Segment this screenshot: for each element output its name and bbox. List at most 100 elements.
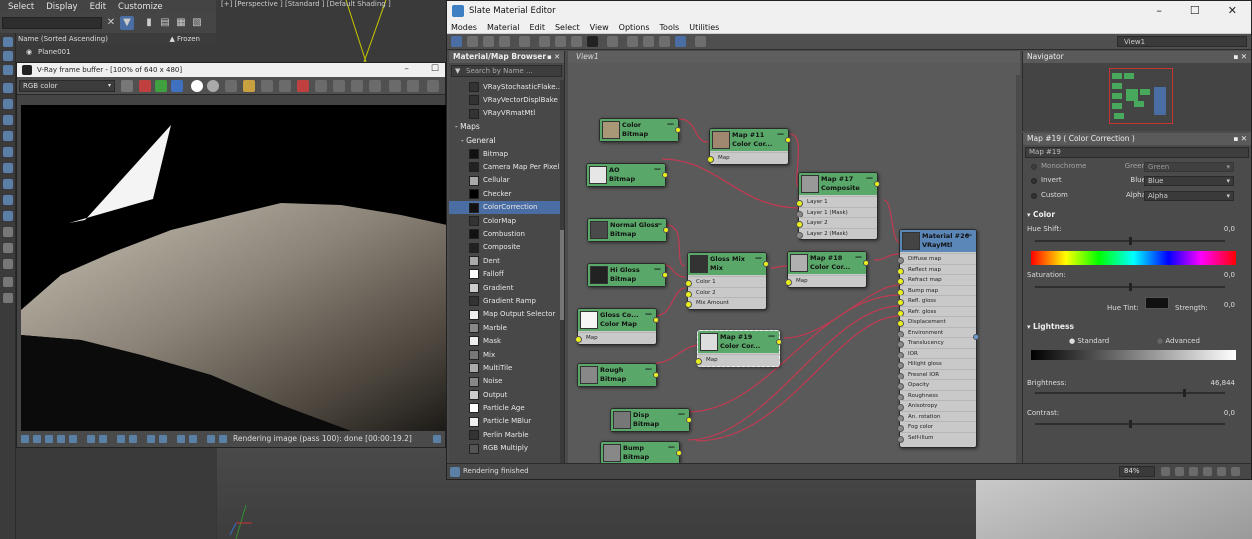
rotate-icon[interactable] [3, 65, 13, 75]
track-mouse-icon[interactable] [315, 80, 327, 92]
advanced-option[interactable]: ● Advanced [1157, 337, 1200, 345]
collapse-icon[interactable]: — [777, 130, 784, 139]
status-icon-2[interactable] [33, 435, 41, 443]
view-tab[interactable]: View1 [568, 51, 1020, 63]
eye-icon[interactable]: ◉ [26, 46, 32, 58]
radio-custom[interactable] [1031, 193, 1037, 199]
node-output-socket[interactable] [653, 372, 659, 378]
green-channel-icon[interactable] [155, 80, 167, 92]
collapse-icon[interactable]: — [655, 220, 662, 229]
strength-value[interactable]: 0,0 [1224, 301, 1235, 309]
put-material-icon[interactable] [483, 36, 494, 47]
map-name-field[interactable]: Map #19 [1025, 147, 1249, 158]
node-output-socket[interactable] [863, 260, 869, 266]
browser-item[interactable]: Dent [449, 254, 561, 267]
zoom-select[interactable]: 84% [1119, 466, 1155, 477]
menu-view[interactable]: View [590, 23, 609, 32]
menu-edit[interactable]: Edit [90, 2, 106, 12]
browser-item[interactable]: Mask [449, 334, 561, 347]
browser-item[interactable]: Perlin Marble [449, 428, 561, 441]
status-icon-10[interactable] [147, 435, 155, 443]
status-icon-5[interactable] [69, 435, 77, 443]
browser-scroll-thumb[interactable] [560, 230, 564, 320]
browser-item[interactable]: Output [449, 388, 561, 401]
collapse-icon[interactable]: — [965, 231, 972, 240]
collapse-icon[interactable]: — [654, 165, 661, 174]
brightness-slider[interactable] [1035, 389, 1225, 397]
node-disp-bitmap[interactable]: Disp Bitmap — [610, 408, 692, 432]
node-color-bitmap[interactable]: Color Bitmap — [599, 118, 681, 142]
navigator-header[interactable]: Navigator ▪ ✕ [1023, 51, 1251, 63]
collapse-icon[interactable]: — [645, 365, 652, 374]
contrast-slider[interactable] [1035, 420, 1225, 428]
node-map18[interactable]: Map #18 Color Cor... — Map [785, 251, 869, 288]
browser-item[interactable]: Particle MBlur [449, 415, 561, 428]
collapse-icon[interactable]: — [668, 443, 675, 452]
collapse-icon[interactable]: — [866, 174, 873, 183]
node-input-slot[interactable]: IOR [897, 347, 976, 358]
browser-item[interactable]: VRayVectorDisplBake [449, 93, 561, 106]
minimize-icon[interactable]: – [404, 64, 409, 74]
box-icon[interactable] [3, 227, 13, 237]
browser-item[interactable]: MultiTile [449, 361, 561, 374]
node-input-slot[interactable]: An. rotation [897, 410, 976, 421]
select-icon[interactable] [3, 37, 13, 47]
region-icon[interactable] [333, 80, 345, 92]
stop-icon[interactable] [297, 80, 309, 92]
browser-item[interactable]: RGB Multiply [449, 442, 561, 455]
collapse-icon[interactable]: — [667, 120, 674, 129]
node-output-socket[interactable] [675, 127, 681, 133]
layer-icon[interactable] [3, 99, 13, 109]
hierarchy-icon[interactable]: ▧ [190, 16, 204, 30]
browser-item[interactable]: Noise [449, 375, 561, 388]
status-icon-1[interactable] [21, 435, 29, 443]
node-input-slot[interactable]: Color 1 [685, 276, 766, 287]
collapse-icon[interactable]: — [768, 332, 775, 341]
options-icon[interactable]: ▪ ✕ [1233, 51, 1247, 63]
node-input-slot[interactable]: Layer 1 [796, 196, 877, 207]
view-scrollbar[interactable] [1016, 75, 1020, 463]
node-input-slot[interactable]: Refr. gloss [897, 305, 976, 316]
node-output-socket[interactable] [973, 334, 979, 340]
hue-shift-slider[interactable] [1035, 237, 1225, 245]
node-input-slot[interactable]: Map [707, 152, 788, 163]
menu-utilities[interactable]: Utilities [689, 23, 719, 32]
node-input-slot[interactable]: Reflect map [897, 263, 976, 274]
triangle-down-icon[interactable]: ▼ [455, 66, 460, 76]
node-input-slot[interactable]: Bump map [897, 284, 976, 295]
menu-tools[interactable]: Tools [660, 23, 680, 32]
maximize-icon[interactable]: ☐ [1190, 4, 1200, 17]
layout-all-icon[interactable] [627, 36, 638, 47]
close-icon[interactable]: ✕ [1228, 4, 1237, 17]
status-icon-3[interactable] [45, 435, 53, 443]
node-input-slot[interactable]: Map [575, 332, 656, 343]
name-column-header[interactable]: Name (Sorted Ascending) [18, 35, 108, 43]
node-output-socket[interactable] [776, 339, 782, 345]
teapot-icon[interactable] [427, 80, 439, 92]
node-output-socket[interactable] [785, 137, 791, 143]
cross-icon[interactable] [351, 80, 363, 92]
alpha-channel-select[interactable]: Alpha [1144, 191, 1234, 201]
browser-item[interactable]: Camera Map Per Pixel [449, 160, 561, 173]
node-input-slot[interactable]: Layer 1 (Mask) [796, 206, 877, 218]
visibility-icon[interactable] [3, 211, 13, 221]
material-map-browser-icon[interactable] [659, 36, 670, 47]
node-ao-bitmap[interactable]: AO Bitmap — [586, 163, 668, 187]
node-header[interactable]: Hi Gloss Bitmap — [588, 264, 665, 286]
hue-shift-value[interactable]: 0,0 [1224, 225, 1235, 233]
channel-select[interactable]: RGB color ▾ [19, 80, 115, 92]
menu-select[interactable]: Select [555, 23, 580, 32]
expand-icon[interactable] [433, 435, 441, 443]
background-icon[interactable] [607, 36, 618, 47]
node-output-socket[interactable] [676, 450, 682, 456]
standard-option[interactable]: ● Standard [1069, 337, 1109, 345]
display-filter-icon[interactable] [3, 83, 13, 93]
node-header[interactable]: Bump Bitmap — [601, 442, 679, 464]
list-icon[interactable] [3, 259, 13, 269]
browser-item[interactable]: Gradient Ramp [449, 294, 561, 307]
pan-to-selected-icon[interactable] [1231, 467, 1240, 476]
move-children-icon[interactable] [539, 36, 550, 47]
brightness-knob[interactable] [1183, 389, 1186, 397]
brightness-value[interactable]: 46,844 [1211, 379, 1236, 387]
view-select[interactable]: View1 [1117, 36, 1247, 47]
